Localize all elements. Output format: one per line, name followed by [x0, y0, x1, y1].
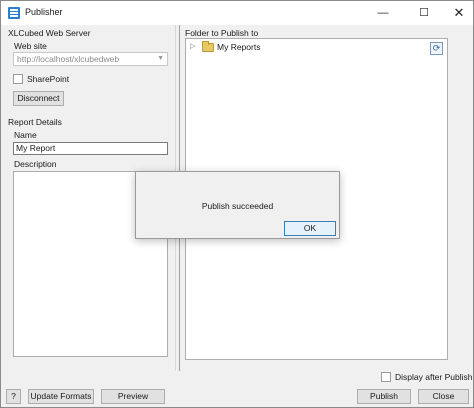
website-label: Web site — [14, 41, 47, 51]
chevron-down-icon: ▼ — [157, 55, 164, 62]
publish-button[interactable]: Publish — [357, 389, 411, 404]
expand-arrow-icon[interactable]: ▷ — [190, 42, 195, 50]
tree-item-my-reports[interactable]: My Reports — [217, 42, 260, 52]
close-button[interactable]: Close — [418, 389, 469, 404]
refresh-icon[interactable]: ⟳ — [430, 42, 443, 55]
minimize-button[interactable]: — — [365, 1, 401, 25]
sharepoint-checkbox[interactable] — [13, 74, 23, 84]
report-details-label: Report Details — [8, 117, 62, 127]
name-label: Name — [14, 130, 37, 140]
disconnect-button[interactable]: Disconnect — [13, 91, 64, 106]
sharepoint-label: SharePoint — [27, 74, 70, 84]
window-title: Publisher — [25, 7, 63, 17]
display-after-publish-checkbox[interactable] — [381, 372, 391, 382]
website-value: http://localhost/xlcubedweb — [17, 54, 120, 64]
help-button[interactable]: ? — [6, 389, 21, 404]
dialog-message: Publish succeeded — [201, 201, 274, 211]
preview-button[interactable]: Preview — [101, 389, 165, 404]
ok-button[interactable]: OK — [284, 221, 336, 236]
close-window-button[interactable]: ✕ — [441, 1, 474, 25]
maximize-button[interactable]: ☐ — [406, 1, 442, 25]
server-group-label: XLCubed Web Server — [8, 28, 91, 38]
title-bar[interactable]: Publisher — ☐ ✕ — [1, 1, 473, 25]
website-select[interactable]: http://localhost/xlcubedweb ▼ — [13, 52, 168, 66]
folder-icon — [202, 41, 214, 52]
name-field[interactable]: My Report — [13, 142, 168, 155]
publish-result-dialog: Publish succeeded OK — [135, 171, 340, 239]
update-formats-button[interactable]: Update Formats — [28, 389, 94, 404]
display-after-publish-label: Display after Publish — [395, 372, 473, 382]
folder-label: Folder to Publish to — [185, 28, 259, 38]
publisher-window: Publisher — ☐ ✕ XLCubed Web Server Web s… — [0, 0, 474, 408]
description-label: Description — [14, 159, 57, 169]
app-icon — [8, 7, 20, 19]
